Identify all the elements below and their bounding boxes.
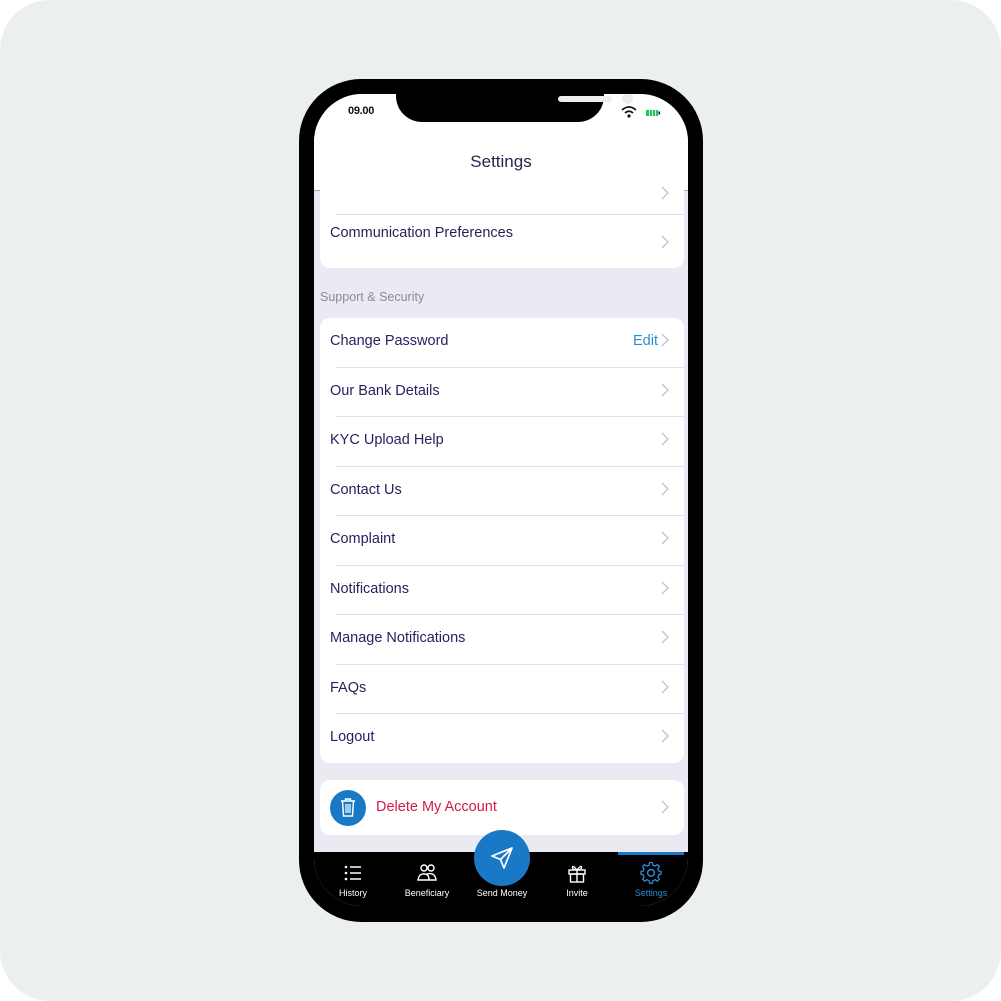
list-item-faqs[interactable]: FAQs bbox=[320, 665, 684, 714]
tab-settings[interactable]: Settings bbox=[616, 852, 686, 906]
send-icon bbox=[491, 847, 513, 869]
chevron-right-icon bbox=[661, 531, 669, 545]
list-icon bbox=[344, 865, 361, 881]
tab-label: Invite bbox=[566, 888, 588, 898]
tab-invite[interactable]: Invite bbox=[542, 852, 612, 906]
list-item-communication-preferences[interactable]: Communication Preferences bbox=[320, 215, 684, 268]
chevron-right-icon bbox=[661, 383, 669, 396]
list-item-contact-us[interactable]: Contact Us bbox=[320, 467, 684, 516]
gear-icon bbox=[640, 862, 662, 884]
delete-account-button[interactable]: Delete My Account bbox=[320, 780, 684, 835]
tab-history[interactable]: History bbox=[318, 852, 388, 906]
chevron-right-icon bbox=[661, 186, 669, 200]
chevron-right-icon bbox=[661, 482, 669, 495]
chevron-right-icon bbox=[661, 630, 669, 644]
phone-screen: 09.00 Settings Communication Preferences bbox=[314, 94, 688, 906]
list-item-change-password[interactable]: Change Password Edit bbox=[320, 318, 684, 368]
list-item-label: Complaint bbox=[330, 531, 396, 547]
chevron-right-icon bbox=[661, 235, 669, 249]
list-item-manage-notifications[interactable]: Manage Notifications bbox=[320, 615, 684, 665]
list-item-label: Change Password bbox=[330, 333, 449, 349]
users-icon bbox=[417, 864, 437, 881]
chevron-right-icon bbox=[661, 729, 669, 743]
list-item-logout[interactable]: Logout bbox=[320, 714, 684, 764]
list-item-label: Manage Notifications bbox=[330, 630, 466, 646]
battery-icon bbox=[646, 110, 660, 116]
list-item-label: Communication Preferences bbox=[330, 225, 513, 241]
list-item-label: Our Bank Details bbox=[330, 382, 440, 399]
list-item-label: Contact Us bbox=[330, 481, 402, 498]
trash-icon bbox=[330, 790, 366, 826]
tab-beneficiary[interactable]: Beneficiary bbox=[392, 852, 462, 906]
edit-link[interactable]: Edit bbox=[633, 333, 658, 349]
list-item-hidden[interactable] bbox=[320, 174, 684, 215]
list-item-label: FAQs bbox=[330, 679, 367, 696]
speaker bbox=[558, 96, 612, 102]
chevron-right-icon bbox=[661, 680, 669, 693]
status-time: 09.00 bbox=[348, 105, 375, 117]
list-item-our-bank-details[interactable]: Our Bank Details bbox=[320, 368, 684, 417]
page-title: Settings bbox=[470, 152, 532, 171]
list-item-label: Notifications bbox=[330, 580, 409, 597]
delete-account-label: Delete My Account bbox=[376, 799, 497, 815]
list-item-notifications[interactable]: Notifications bbox=[320, 566, 684, 615]
send-money-button[interactable] bbox=[474, 830, 530, 886]
chevron-right-icon bbox=[661, 800, 669, 814]
section-title: Support & Security bbox=[320, 290, 425, 304]
list-item-kyc-upload-help[interactable]: KYC Upload Help bbox=[320, 417, 684, 467]
wifi-icon bbox=[621, 106, 637, 118]
gift-icon bbox=[568, 865, 586, 883]
preferences-group: Communication Preferences bbox=[320, 174, 684, 268]
chevron-right-icon bbox=[661, 581, 669, 594]
list-item-label: KYC Upload Help bbox=[330, 432, 444, 448]
chevron-right-icon bbox=[661, 333, 669, 347]
notch bbox=[396, 94, 633, 122]
tab-label: History bbox=[338, 888, 367, 898]
chevron-right-icon bbox=[661, 432, 669, 446]
tab-label: Beneficiary bbox=[404, 888, 450, 898]
list-item-label: Logout bbox=[330, 729, 375, 745]
tab-label: Settings bbox=[634, 888, 668, 898]
support-security-group: Change Password Edit Our Bank Details KY… bbox=[320, 318, 684, 763]
list-item-complaint[interactable]: Complaint bbox=[320, 516, 684, 566]
tab-label: Send Money bbox=[476, 888, 528, 898]
